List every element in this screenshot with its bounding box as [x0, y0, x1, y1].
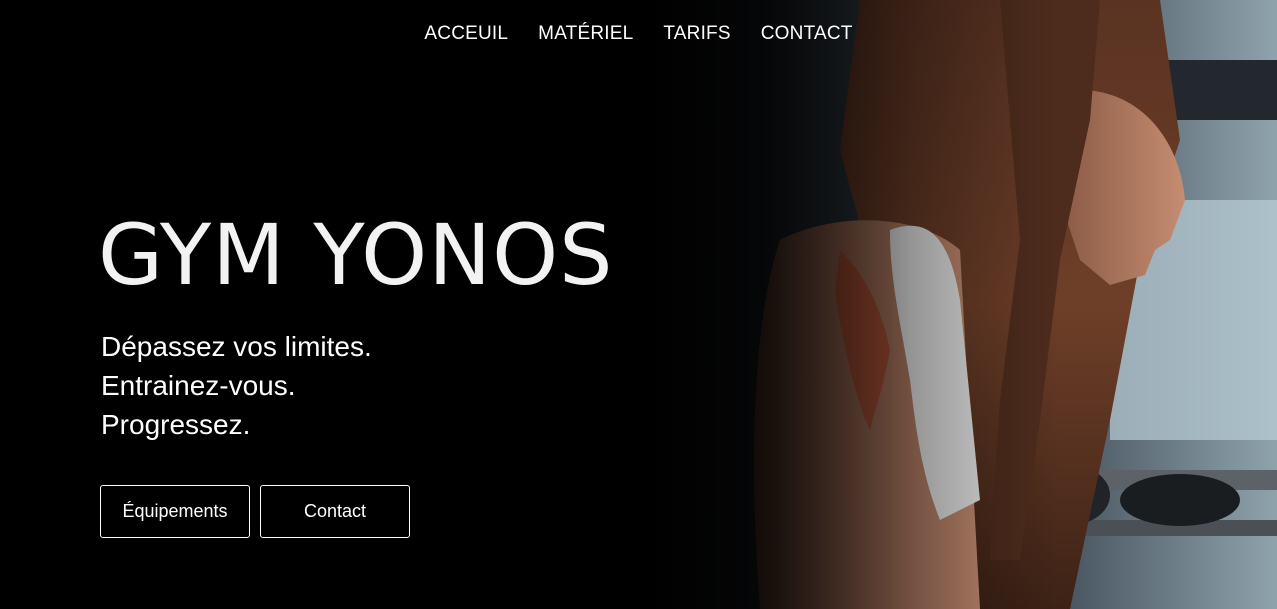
- hero-photo: [640, 0, 1277, 609]
- nav-item-materiel[interactable]: MATÉRIEL: [538, 20, 633, 48]
- nav-item-acceuil[interactable]: ACCEUIL: [424, 20, 508, 48]
- contact-button[interactable]: Contact: [260, 485, 410, 538]
- nav-links: ACCEUIL MATÉRIEL TARIFS CONTACT: [424, 20, 852, 48]
- athlete-photo-image: [640, 0, 1277, 609]
- equipment-button[interactable]: Équipements: [100, 485, 250, 538]
- tagline-line-1: Dépassez vos limites.: [101, 331, 372, 362]
- nav-item-tarifs[interactable]: TARIFS: [663, 20, 730, 48]
- hero-section: ACCEUIL MATÉRIEL TARIFS CONTACT GYM YONO…: [0, 0, 1277, 609]
- hero-tagline: Dépassez vos limites. Entrainez-vous. Pr…: [101, 327, 372, 444]
- nav-item-contact[interactable]: CONTACT: [761, 20, 853, 48]
- hero-title: GYM YONOS: [98, 206, 614, 304]
- tagline-line-3: Progressez.: [101, 409, 251, 440]
- top-nav: ACCEUIL MATÉRIEL TARIFS CONTACT: [0, 20, 1277, 48]
- hero-buttons: Équipements Contact: [100, 485, 410, 538]
- tagline-line-2: Entrainez-vous.: [101, 370, 296, 401]
